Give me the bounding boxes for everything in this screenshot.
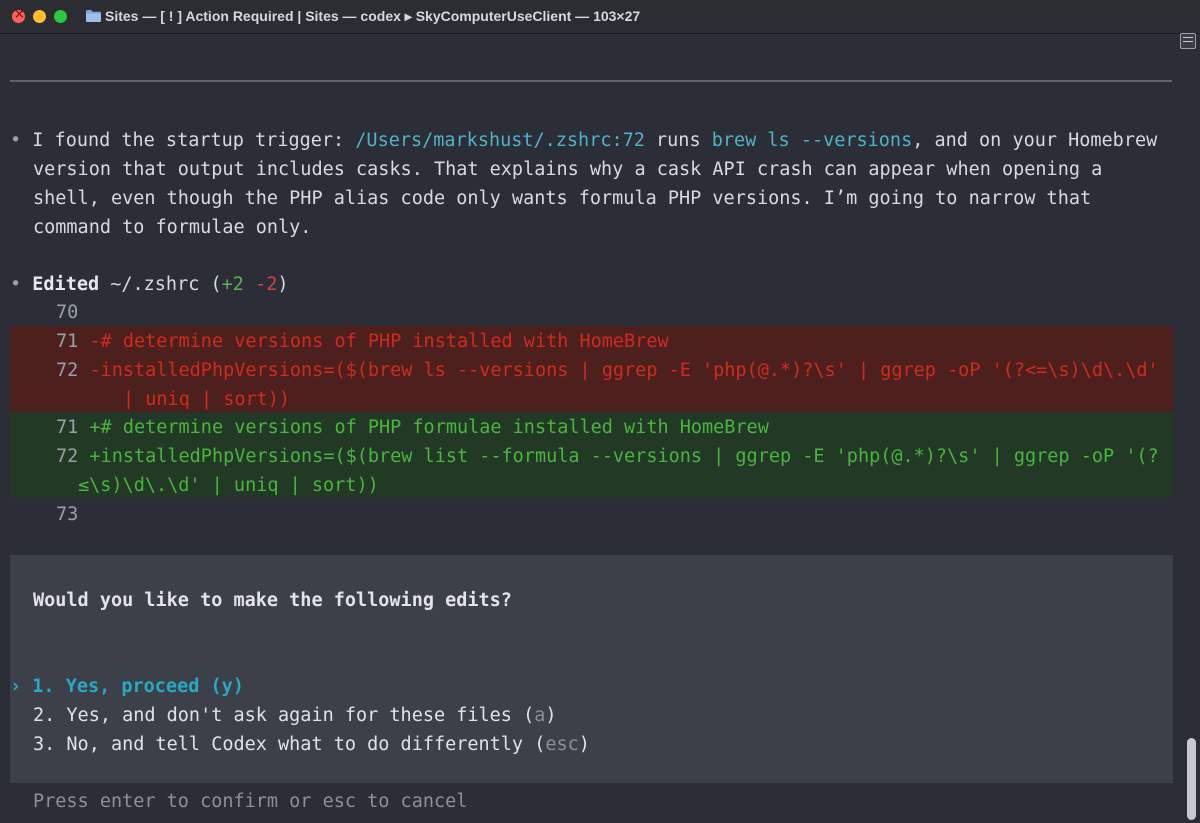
folder-icon [86, 10, 101, 22]
edit-header: • Edited ~/.zshrc (+2 -2) [10, 270, 288, 299]
message-line-3: shell, even though the PHP alias code on… [33, 188, 1092, 209]
window-title: Sites — [ ! ] Action Required | Sites — … [105, 8, 641, 24]
edit-label: Edited [32, 274, 100, 295]
diff-added-text: ≤\s)\d\.\d' | uniq | sort)) [78, 475, 379, 496]
selection-cursor: › [10, 676, 22, 697]
diff-removed-line: 72 -installedPhpVersions=($(brew ls --ve… [56, 356, 1159, 385]
diff-added-line: 72 +installedPhpVersions=($(brew list --… [56, 442, 1159, 471]
dialog-question: Would you like to make the following edi… [33, 590, 512, 611]
option-dont-ask-again[interactable]: 2. Yes, and don't ask again for these fi… [33, 701, 557, 730]
diff-line-number: 71 [56, 417, 79, 438]
separator-rule [10, 80, 1172, 82]
added-count: +2 [221, 274, 244, 295]
file-path-link[interactable]: /Users/markshust/.zshrc:72 [355, 130, 645, 151]
removed-count: -2 [255, 274, 278, 295]
option-close: ) [578, 734, 590, 755]
diff-line-number: 72 [56, 446, 79, 467]
diff-line-number: 70 [56, 302, 79, 323]
footer-hint: Press enter to confirm or esc to cancel [33, 791, 468, 812]
close-window-button[interactable] [12, 7, 25, 23]
diff-line-number: 71 [56, 331, 79, 352]
diff-removed-line: 71 -# determine versions of PHP installe… [56, 327, 669, 356]
minimize-window-button[interactable] [33, 10, 46, 23]
message-text: , and on your Homebrew [912, 130, 1158, 151]
diff-removed-text: -installedPhpVersions=($(brew ls --versi… [89, 360, 1159, 381]
edit-close: ) [277, 274, 289, 295]
option-yes-proceed[interactable]: › 1. Yes, proceed (y) [10, 672, 244, 701]
command-text: brew ls --versions [711, 130, 913, 151]
option-shortcut: esc [545, 734, 579, 755]
option-tell-codex[interactable]: 3. No, and tell Codex what to do differe… [33, 730, 590, 759]
message-bullet: • [10, 130, 22, 151]
option-label: 3. No, and tell Codex what to do differe… [33, 734, 546, 755]
diff-added-text: +installedPhpVersions=($(brew list --for… [89, 446, 1159, 467]
diff-removed-text: -# determine versions of PHP installed w… [89, 331, 669, 352]
message-text: runs [644, 130, 712, 151]
message-line-2: version that output includes casks. That… [33, 159, 1103, 180]
message-line-1: • I found the startup trigger: /Users/ma… [10, 126, 1157, 155]
title-bar: Sites — [ ! ] Action Required | Sites — … [0, 0, 1200, 34]
zoom-window-button[interactable] [54, 10, 67, 23]
scrollbar-thumb[interactable] [1187, 738, 1196, 820]
diff-line-number: 73 [56, 504, 79, 525]
option-shortcut: a [534, 705, 546, 726]
diff-added-line: 71 +# determine versions of PHP formulae… [56, 413, 769, 442]
message-line-4: command to formulae only. [33, 217, 312, 238]
scroll-up-button[interactable] [1180, 33, 1196, 49]
diff-removed-text: | uniq | sort)) [123, 389, 291, 410]
option-label: 1. Yes, proceed (y) [32, 676, 244, 697]
edit-bullet: • [10, 274, 22, 295]
option-close: ) [545, 705, 557, 726]
option-label: 2. Yes, and don't ask again for these fi… [33, 705, 535, 726]
diff-added-text: +# determine versions of PHP formulae in… [89, 417, 769, 438]
edit-file: ~/.zshrc ( [99, 274, 222, 295]
message-text: I found the startup trigger: [32, 130, 356, 151]
terminal-window: Sites — [ ! ] Action Required | Sites — … [0, 0, 1200, 823]
diff-line-number: 72 [56, 360, 79, 381]
